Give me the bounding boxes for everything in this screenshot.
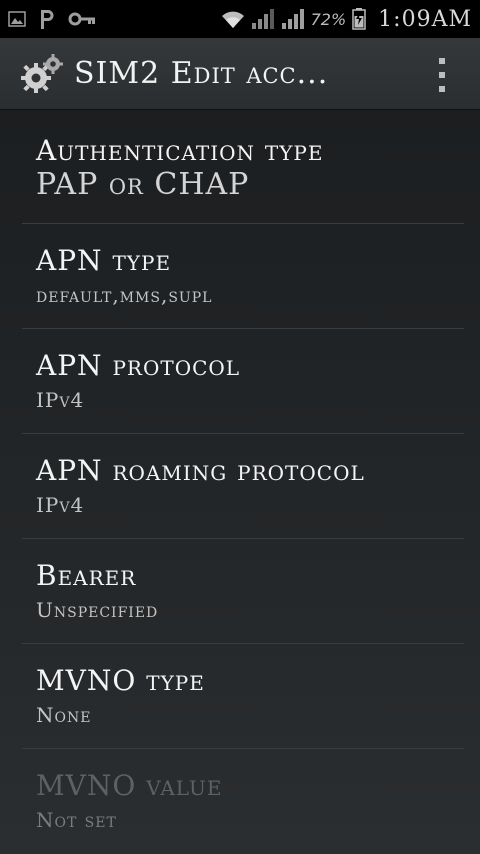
overflow-dot — [439, 58, 445, 64]
setting-summary: Unspecified — [36, 598, 159, 622]
gallery-icon — [8, 10, 26, 28]
gears-icon[interactable] — [18, 50, 66, 98]
overflow-dot — [439, 72, 445, 78]
setting-title: MVNO type — [36, 664, 205, 697]
setting-apn-type[interactable]: APN type default,mms,supl — [22, 224, 464, 329]
action-bar: SIM2 Edit acc... — [0, 38, 480, 110]
screen: 72% 1:09AM SIM2 Edit acc... Authenticati… — [0, 0, 480, 854]
setting-title: APN type — [36, 244, 172, 277]
status-right-icons: 72% 1:09AM — [221, 0, 472, 38]
p-icon — [38, 8, 56, 30]
setting-title: Authentication type — [36, 134, 324, 167]
battery-icon — [352, 8, 366, 30]
setting-summary: PAP or CHAP — [36, 167, 250, 202]
setting-bearer[interactable]: Bearer Unspecified — [22, 539, 464, 644]
status-left-icons — [8, 8, 96, 30]
setting-title: MVNO value — [36, 769, 223, 802]
setting-mvno-type[interactable]: MVNO type None — [22, 644, 464, 749]
battery-percent: 72% — [310, 9, 347, 29]
setting-summary: Not set — [36, 808, 117, 832]
overflow-dot — [439, 86, 445, 92]
setting-summary: default,mms,supl — [36, 283, 213, 307]
signal-icon-2 — [281, 8, 305, 30]
overflow-menu-icon[interactable] — [434, 58, 450, 92]
action-bar-title: SIM2 Edit acc... — [74, 56, 329, 91]
setting-title: APN roaming protocol — [36, 454, 365, 487]
setting-summary: IPv4 — [36, 388, 85, 412]
setting-title: Bearer — [36, 559, 137, 592]
setting-summary: None — [36, 703, 92, 727]
signal-icon-1 — [251, 8, 275, 30]
setting-apn-protocol[interactable]: APN protocol IPv4 — [22, 329, 464, 434]
setting-title: APN protocol — [36, 349, 241, 382]
key-icon — [68, 11, 96, 27]
setting-authentication-type[interactable]: Authentication type PAP or CHAP — [22, 112, 464, 224]
setting-mvno-value: MVNO value Not set — [22, 749, 464, 854]
wifi-icon — [221, 9, 245, 29]
status-bar: 72% 1:09AM — [0, 0, 480, 38]
settings-list: Authentication type PAP or CHAP APN type… — [0, 112, 480, 854]
setting-apn-roaming-protocol[interactable]: APN roaming protocol IPv4 — [22, 434, 464, 539]
clock: 1:09AM — [378, 6, 472, 32]
setting-summary: IPv4 — [36, 493, 85, 517]
